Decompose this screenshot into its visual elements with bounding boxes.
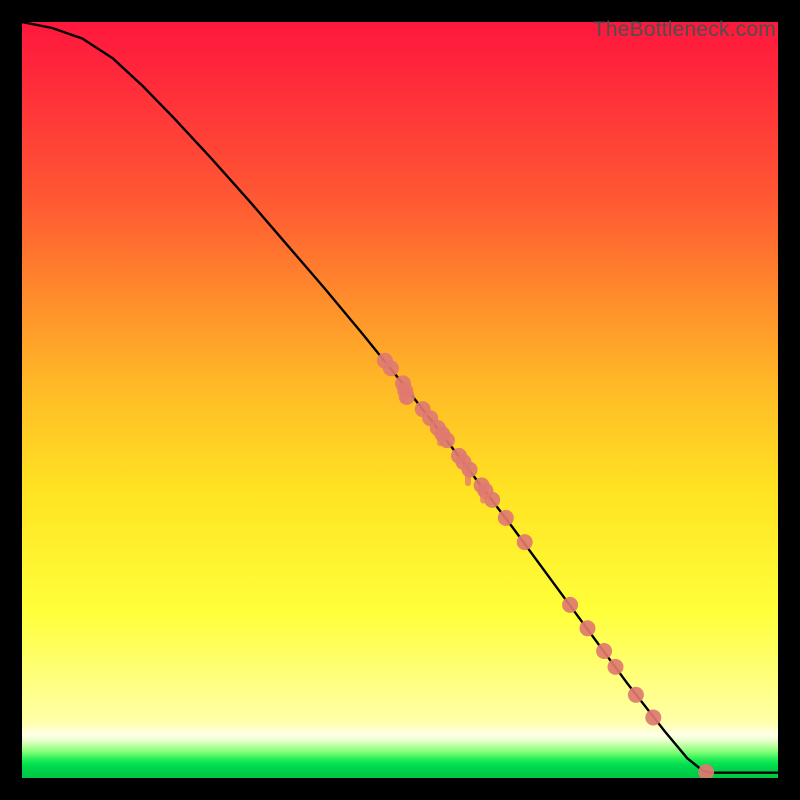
data-point — [608, 659, 624, 675]
data-point — [517, 534, 533, 550]
data-point — [498, 510, 514, 526]
chart-svg — [22, 22, 778, 778]
data-point — [399, 389, 415, 405]
data-point — [562, 597, 578, 613]
data-point — [580, 620, 596, 636]
plot-frame: TheBottleneck.com — [22, 22, 778, 778]
data-point — [462, 462, 478, 478]
data-point — [484, 492, 500, 508]
data-point — [383, 360, 399, 376]
points-layer — [377, 353, 714, 778]
data-point — [645, 710, 661, 726]
data-point — [698, 764, 714, 778]
data-point — [439, 432, 455, 448]
data-point — [628, 687, 644, 703]
data-point — [596, 643, 612, 659]
